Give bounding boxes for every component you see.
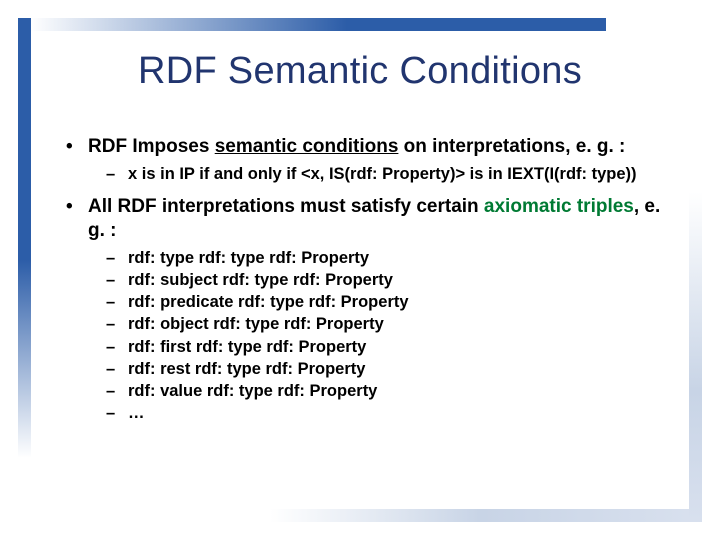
decor-bar-top xyxy=(30,18,606,31)
decor-bar-bottom xyxy=(270,509,690,522)
axiom-item: rdf: predicate rdf: type rdf: Property xyxy=(88,291,680,313)
bullet-1-sublist: x is in IP if and only if <x, IS(rdf: Pr… xyxy=(88,163,680,185)
axiom-item: rdf: first rdf: type rdf: Property xyxy=(88,336,680,358)
bullet-1-post: on interpretations, e. g. : xyxy=(398,136,625,157)
bullet-1-underline: semantic conditions xyxy=(215,136,399,157)
axiom-item: rdf: type rdf: type rdf: Property xyxy=(88,247,680,269)
axiom-item: rdf: subject rdf: type rdf: Property xyxy=(88,269,680,291)
slide: RDF Semantic Conditions RDF Imposes sema… xyxy=(0,0,720,540)
bullet-list: RDF Imposes semantic conditions on inter… xyxy=(60,135,680,425)
axiom-item: rdf: value rdf: type rdf: Property xyxy=(88,380,680,402)
slide-title: RDF Semantic Conditions xyxy=(0,50,720,93)
bullet-1: RDF Imposes semantic conditions on inter… xyxy=(60,135,680,185)
decor-bar-right xyxy=(689,192,702,522)
bullet-2-pre: All RDF interpretations must satisfy cer… xyxy=(88,196,484,217)
axiom-item: rdf: rest rdf: type rdf: Property xyxy=(88,358,680,380)
axiom-list: rdf: type rdf: type rdf: Property rdf: s… xyxy=(88,247,680,425)
bullet-1-pre: RDF Imposes xyxy=(88,136,215,157)
slide-content: RDF Imposes semantic conditions on inter… xyxy=(60,135,680,435)
axiom-item: … xyxy=(88,402,680,424)
axiom-item: rdf: object rdf: type rdf: Property xyxy=(88,313,680,335)
bullet-2-green: axiomatic triples xyxy=(484,196,634,217)
bullet-2: All RDF interpretations must satisfy cer… xyxy=(60,195,680,425)
bullet-1-sub: x is in IP if and only if <x, IS(rdf: Pr… xyxy=(88,163,680,185)
